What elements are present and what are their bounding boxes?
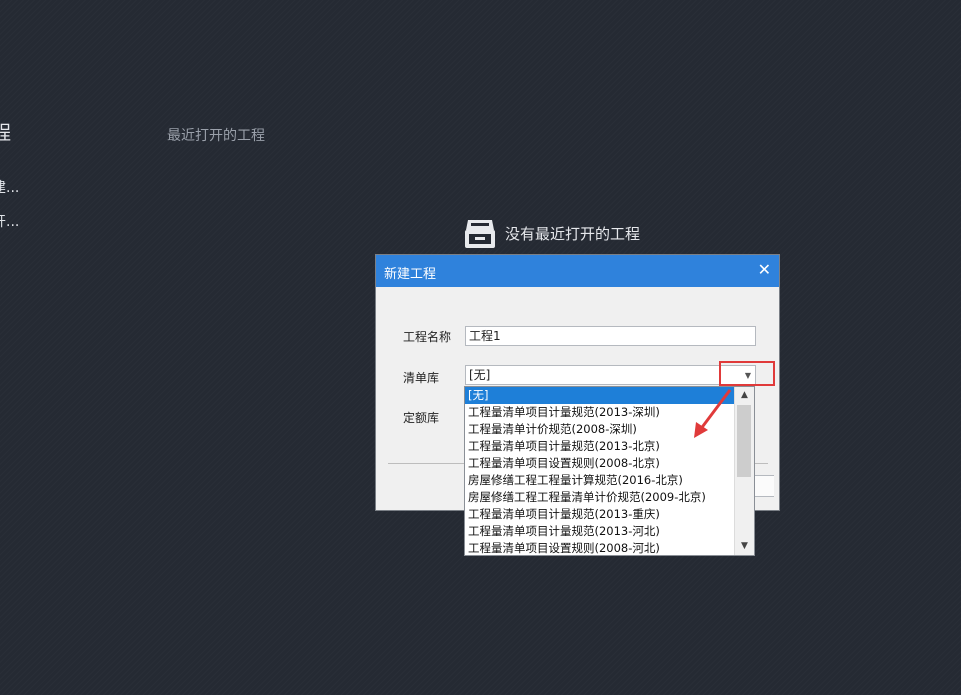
dropdown-option[interactable]: 工程量清单项目设置规则(2008-河北)	[465, 540, 735, 557]
annotation-arrow-icon	[694, 389, 732, 438]
dropdown-option[interactable]: 工程量清单项目设置规则(2008-北京)	[465, 455, 735, 472]
left-panel-title: 程	[0, 122, 12, 144]
dropdown-option[interactable]: 工程量清单项目计量规范(2013-重庆)	[465, 506, 735, 523]
project-name-label: 工程名称	[403, 330, 452, 344]
dialog-titlebar[interactable]: 新建工程 ✕	[376, 255, 779, 287]
empty-recent-state: 没有最近打开的工程	[463, 216, 640, 250]
dialog-title: 新建工程	[384, 267, 437, 282]
scroll-down-icon[interactable]: ▼	[735, 538, 754, 555]
dialog-button[interactable]	[754, 475, 774, 497]
project-name-input[interactable]: 工程1	[465, 326, 756, 346]
dropdown-option[interactable]: 工程量清单项目计量规范(2013-河北)	[465, 523, 735, 540]
recent-projects-heading: 最近打开的工程	[167, 128, 265, 144]
open-project-link[interactable]: 开...	[0, 211, 19, 231]
archive-box-icon	[465, 220, 495, 248]
close-icon[interactable]: ✕	[758, 260, 771, 280]
bill-library-label: 清单库	[403, 371, 440, 385]
bill-library-value: [无]	[469, 368, 491, 382]
empty-recent-message: 没有最近打开的工程	[505, 224, 641, 243]
new-project-link[interactable]: 建...	[0, 177, 19, 197]
quota-library-label: 定额库	[403, 411, 440, 425]
dropdown-option[interactable]: 房屋修缮工程工程量清单计价规范(2009-北京)	[465, 489, 735, 506]
dropdown-option[interactable]: 房屋修缮工程工程量计算规范(2016-北京)	[465, 472, 735, 489]
